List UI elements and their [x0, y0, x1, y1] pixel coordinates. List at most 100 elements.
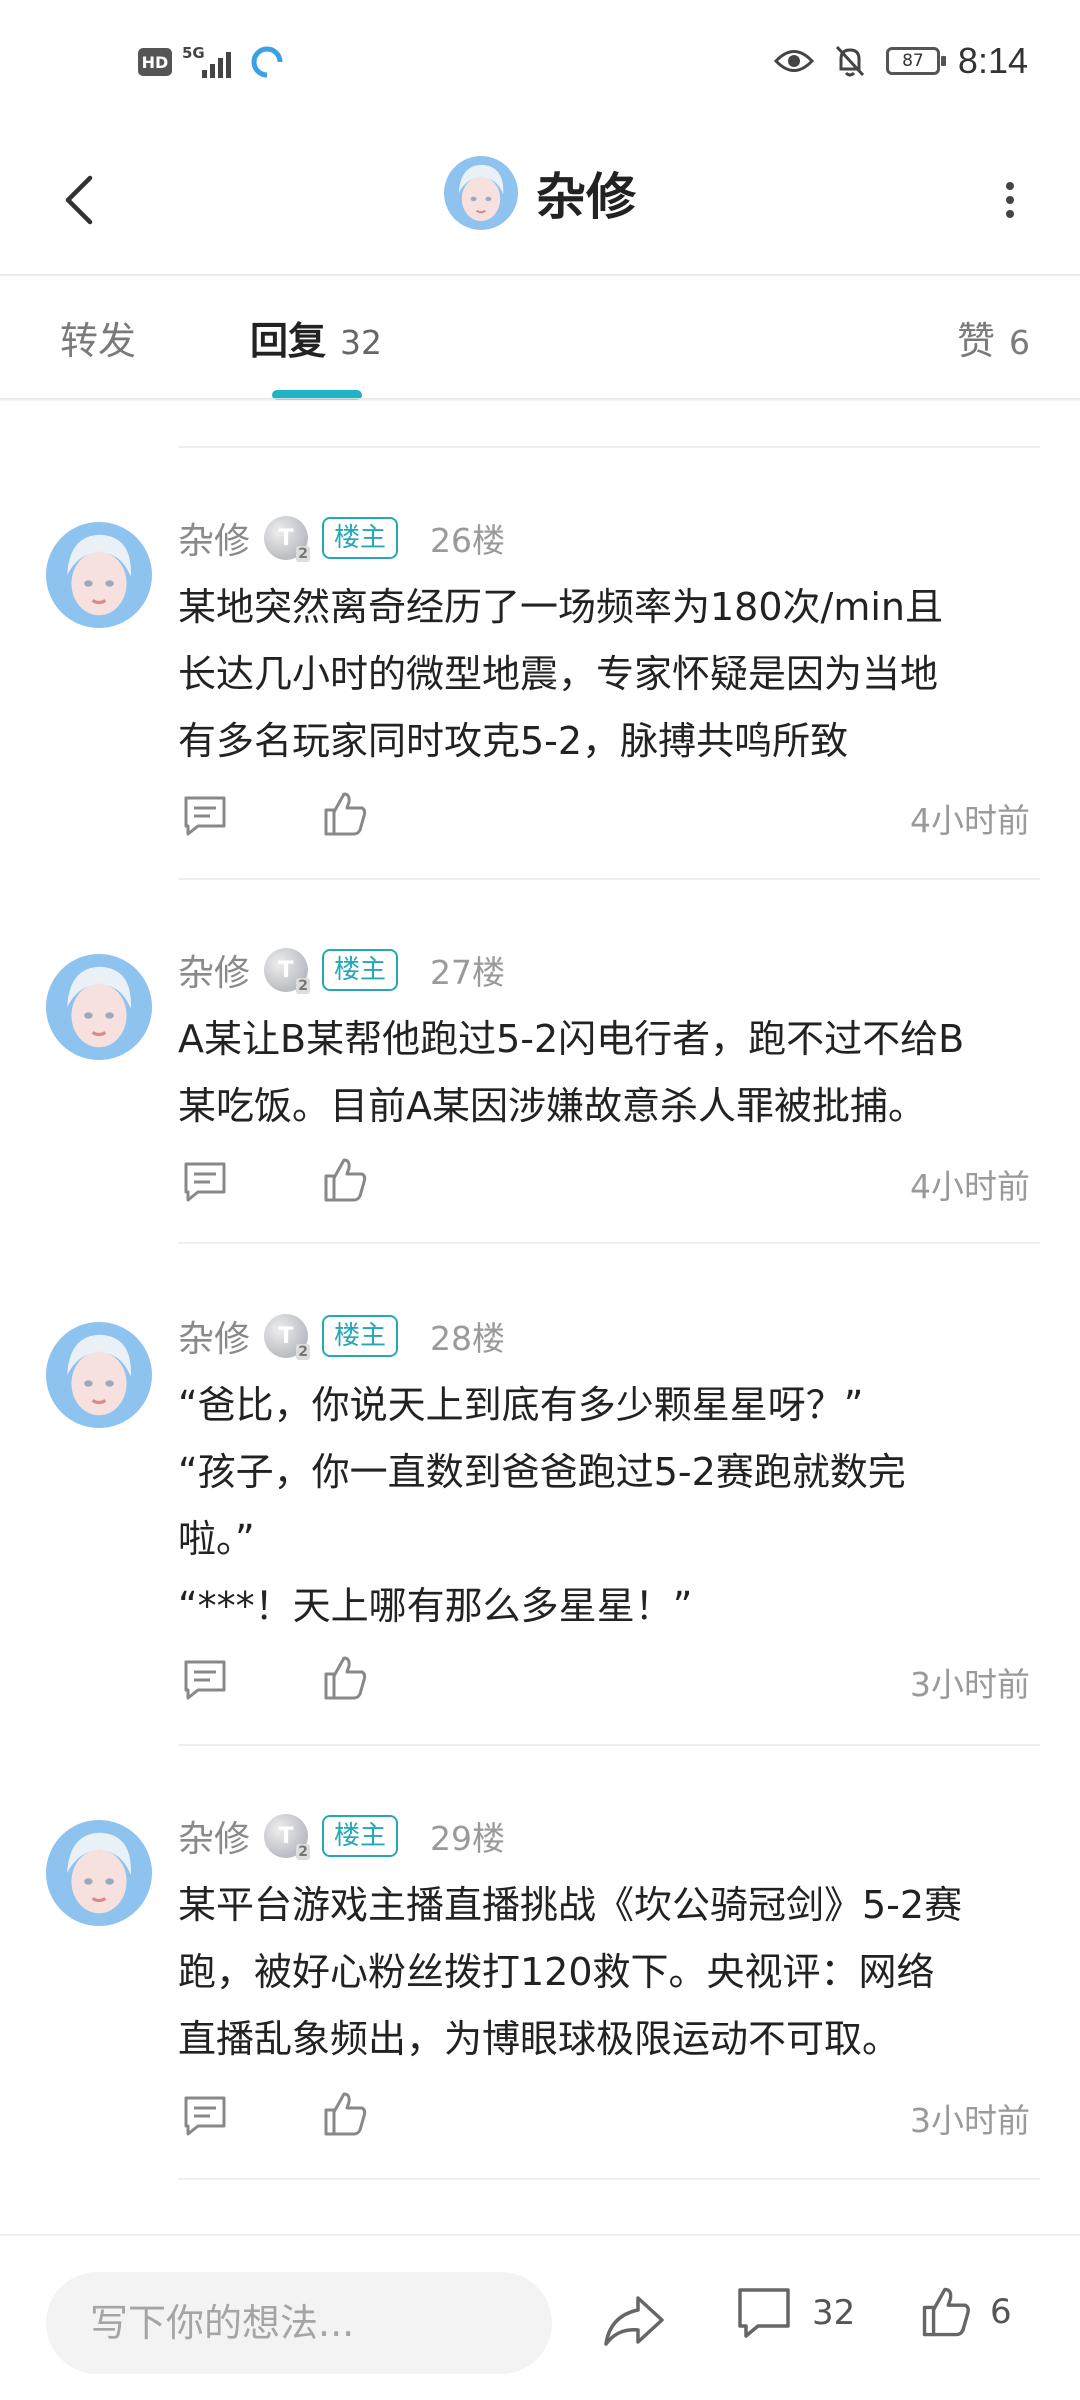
- status-left: HD 5G: [138, 44, 284, 80]
- level-number: 2: [296, 1844, 311, 1860]
- post-body[interactable]: A某让B某帮他跑过5-2闪电行者，跑不过不给B 某吃饭。目前A某因涉嫌故意杀人罪…: [178, 1006, 1040, 1140]
- level-badge: T2: [264, 1314, 311, 1360]
- post-header: 杂修 T2 楼主 28楼: [178, 1308, 505, 1364]
- level-letter: T: [278, 1323, 294, 1349]
- post-line: 跑，被好心粉丝拨打120救下。央视评：网络: [178, 1950, 935, 1994]
- level-badge: T2: [264, 516, 311, 562]
- tab-forward[interactable]: 转发: [60, 310, 136, 365]
- timestamp: 4小时前: [910, 801, 1030, 840]
- owner-badge: 楼主: [322, 1815, 399, 1857]
- post-line: 某吃饭。目前A某因涉嫌故意杀人罪被批捕。: [178, 1084, 926, 1128]
- level-badge: T2: [264, 948, 311, 994]
- level-number: 2: [296, 978, 311, 994]
- comment-count: 32: [812, 2293, 856, 2333]
- avatar-image: [444, 156, 518, 230]
- tab-reply[interactable]: 回复 32: [250, 310, 382, 365]
- eye-icon: [773, 50, 814, 72]
- tab-like-label: 赞: [956, 319, 995, 363]
- post-line: “***！天上哪有那么多星星！”: [178, 1584, 693, 1628]
- tab-reply-count: 32: [340, 323, 383, 362]
- comment-button[interactable]: 32: [736, 2286, 855, 2340]
- tab-forward-label: 转发: [60, 319, 137, 363]
- comment-icon[interactable]: [182, 2094, 228, 2138]
- avatar-image: [46, 1820, 152, 1926]
- hd-icon: HD: [138, 48, 172, 76]
- status-right: 87 8:14: [773, 40, 1028, 82]
- avatar-image: [46, 954, 152, 1060]
- post-header: 杂修 T2 楼主 26楼: [178, 510, 505, 566]
- signal-icon: 5G: [182, 44, 240, 80]
- avatar[interactable]: [46, 954, 152, 1060]
- post-line: 长达几小时的微型地震，专家怀疑是因为当地: [178, 652, 939, 696]
- tab-like[interactable]: 赞 6: [957, 310, 1030, 365]
- title-group[interactable]: 杂修: [0, 156, 1080, 230]
- title-bar: 杂修: [0, 130, 1080, 275]
- thumbs-up-icon[interactable]: [322, 790, 368, 838]
- post-body[interactable]: “爸比，你说天上到底有多少颗星星呀？” “孩子，你一直数到爸爸跑过5-2赛跑就数…: [178, 1372, 1040, 1640]
- post-line: 某平台游戏主播直播挑战《坎公骑冠剑》5-2赛: [178, 1883, 963, 1927]
- level-number: 2: [296, 1344, 311, 1360]
- post-body[interactable]: 某地突然离奇经历了一场频率为180次/min且 长达几小时的微型地震，专家怀疑是…: [178, 574, 1040, 775]
- timestamp: 3小时前: [910, 1665, 1030, 1704]
- floor-number: 29楼: [430, 1819, 506, 1858]
- divider: [178, 446, 1040, 448]
- page-title: 杂修: [536, 168, 636, 226]
- more-options-button[interactable]: [970, 160, 1050, 240]
- thumbs-up-icon[interactable]: [322, 1156, 368, 1204]
- thumbs-up-icon[interactable]: [322, 1654, 368, 1702]
- like-count: 6: [990, 2292, 1012, 2332]
- avatar[interactable]: [444, 156, 518, 230]
- battery-icon: 87: [885, 47, 946, 75]
- floor-number: 28楼: [430, 1319, 506, 1358]
- avatar[interactable]: [46, 1322, 152, 1428]
- post-body[interactable]: 某平台游戏主播直播挑战《坎公骑冠剑》5-2赛 跑，被好心粉丝拨打120救下。央视…: [178, 1872, 1040, 2073]
- thumbs-up-icon[interactable]: [322, 2090, 368, 2138]
- level-badge: T2: [264, 1814, 311, 1860]
- post-header: 杂修 T2 楼主 27楼: [178, 942, 505, 998]
- clock: 8:14: [957, 40, 1028, 81]
- post-line: 有多名玩家同时攻克5-2，脉搏共鸣所致: [178, 719, 849, 763]
- comment-icon[interactable]: [182, 1658, 228, 1702]
- author-name[interactable]: 杂修: [178, 1310, 250, 1362]
- app-root: HD 5G 87 8:14 杂修 转发 回复 32 赞 6 杂修 T 2 楼主 …: [0, 0, 1080, 2400]
- avatar[interactable]: [46, 522, 152, 628]
- comment-icon[interactable]: [182, 1160, 228, 1204]
- post-line: 某地突然离奇经历了一场频率为180次/min且: [178, 585, 943, 629]
- avatar[interactable]: [46, 1820, 152, 1926]
- post-line: 啦。”: [178, 1517, 255, 1561]
- level-letter: T: [278, 525, 294, 551]
- post-line: “孩子，你一直数到爸爸跑过5-2赛跑就数完: [178, 1450, 906, 1494]
- like-button[interactable]: 6: [920, 2284, 1012, 2340]
- floor-number: 26楼: [430, 521, 506, 560]
- mute-bell-icon: [835, 45, 865, 77]
- tab-reply-label: 回复: [250, 319, 327, 363]
- level-number: 2: [296, 546, 311, 562]
- floor-number: 27楼: [430, 953, 506, 992]
- owner-badge: 楼主: [322, 1315, 399, 1357]
- share-icon[interactable]: [600, 2286, 670, 2356]
- author-name[interactable]: 杂修: [178, 944, 250, 996]
- post-line: 直播乱象频出，为博眼球极限运动不可取。: [178, 2017, 901, 2061]
- timestamp: 3小时前: [910, 2101, 1030, 2140]
- divider: [178, 1242, 1040, 1244]
- post-line: “爸比，你说天上到底有多少颗星星呀？”: [178, 1383, 864, 1427]
- author-name[interactable]: 杂修: [178, 512, 250, 564]
- author-name[interactable]: 杂修: [178, 1810, 250, 1862]
- divider: [178, 878, 1040, 880]
- app-notification-icon: [251, 46, 283, 78]
- status-bar: HD 5G 87 8:14: [0, 0, 1080, 130]
- post-actions: 3小时前: [178, 2088, 1040, 2148]
- level-letter: T: [278, 957, 294, 983]
- reply-list[interactable]: 杂修 T2 楼主 26楼 某地突然离奇经历了一场频率为180次/min且 长达几…: [0, 400, 1080, 2230]
- comment-icon[interactable]: [182, 794, 228, 838]
- thumbs-up-icon: [922, 2287, 970, 2337]
- owner-badge: 楼主: [322, 517, 399, 559]
- tab-bar: 转发 回复 32 赞 6: [0, 276, 1080, 400]
- post-header: 杂修 T2 楼主 29楼: [178, 1808, 505, 1864]
- tab-bar-shadow: [0, 398, 1080, 402]
- avatar-image: [46, 522, 152, 628]
- bottom-bar: 32 6: [0, 2234, 1080, 2400]
- owner-badge: 楼主: [322, 949, 399, 991]
- comment-input[interactable]: [46, 2272, 552, 2374]
- comment-icon: [738, 2288, 790, 2338]
